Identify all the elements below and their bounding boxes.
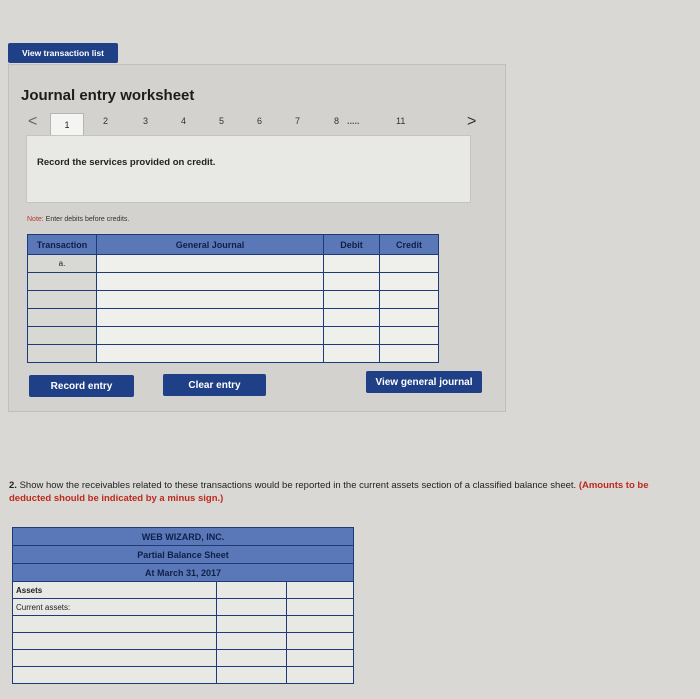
- total-input[interactable]: [285, 649, 355, 667]
- assets-label: Assets: [12, 581, 217, 599]
- credit-input[interactable]: [379, 326, 439, 345]
- note-label: Note:: [27, 216, 44, 223]
- transaction-prompt: Record the services provided on credit.: [37, 157, 216, 168]
- partial-balance-sheet-table: WEB WIZARD, INC. Partial Balance Sheet A…: [11, 527, 355, 684]
- amount-input[interactable]: [216, 666, 287, 684]
- record-entry-button[interactable]: Record entry: [29, 375, 134, 397]
- total-cell: [285, 632, 355, 650]
- account-select-cell[interactable]: [96, 326, 324, 345]
- table-row: Assets: [12, 581, 355, 599]
- account-select-cell[interactable]: [96, 272, 324, 291]
- table-row: [27, 308, 439, 327]
- amount-input[interactable]: [216, 615, 287, 633]
- journal-entry-table: Transaction General Journal Debit Credit…: [27, 234, 439, 363]
- question-2-text: Show how the receivables related to thes…: [16, 480, 577, 491]
- amount-cell: [216, 581, 287, 599]
- credit-input[interactable]: [379, 290, 439, 309]
- amount-input[interactable]: [216, 632, 287, 650]
- transaction-cell: [27, 344, 97, 363]
- transaction-cell: [27, 290, 97, 309]
- table-row: Current assets:: [12, 598, 355, 616]
- account-select-cell[interactable]: [96, 344, 324, 363]
- table-row: [27, 344, 439, 363]
- worksheet-pager: < 1 2 3 4 5 6 7 8 ..... 11 >: [25, 113, 485, 135]
- note-body: Enter debits before credits.: [43, 216, 130, 223]
- page-7-tab[interactable]: 7: [295, 116, 300, 126]
- page-6-tab[interactable]: 6: [257, 116, 262, 126]
- next-arrow-icon[interactable]: >: [467, 113, 476, 131]
- page-3-tab[interactable]: 3: [143, 116, 148, 126]
- total-cell: [285, 598, 355, 616]
- table-row: [12, 615, 355, 633]
- balance-sheet-date: At March 31, 2017: [11, 563, 355, 582]
- total-cell: [285, 615, 355, 633]
- debit-input[interactable]: [323, 326, 380, 345]
- credit-input[interactable]: [379, 344, 439, 363]
- credit-input[interactable]: [379, 308, 439, 327]
- account-select-cell[interactable]: [12, 632, 217, 650]
- balance-sheet-company: WEB WIZARD, INC.: [11, 527, 355, 546]
- transaction-cell: [27, 308, 97, 327]
- header-general-journal: General Journal: [96, 234, 324, 255]
- account-select-cell[interactable]: [96, 290, 324, 309]
- header-debit: Debit: [323, 234, 380, 255]
- transaction-cell: [27, 272, 97, 291]
- page-8-tab[interactable]: 8: [334, 116, 339, 126]
- account-select-cell[interactable]: [12, 649, 217, 667]
- page-1-tab[interactable]: 1: [50, 113, 84, 135]
- balance-sheet-title: Partial Balance Sheet: [11, 545, 355, 564]
- credit-input[interactable]: [379, 272, 439, 291]
- page-4-tab[interactable]: 4: [181, 116, 186, 126]
- table-row: [27, 272, 439, 291]
- table-row: [12, 632, 355, 650]
- amount-input[interactable]: [216, 649, 287, 667]
- table-row: [27, 326, 439, 345]
- header-credit: Credit: [379, 234, 439, 255]
- account-select-cell[interactable]: [96, 254, 324, 273]
- debit-input[interactable]: [323, 254, 380, 273]
- transaction-cell: [27, 326, 97, 345]
- debit-input[interactable]: [323, 290, 380, 309]
- worksheet-title: Journal entry worksheet: [21, 87, 195, 104]
- current-assets-label: Current assets:: [12, 598, 217, 616]
- view-general-journal-button[interactable]: View general journal: [366, 371, 482, 393]
- account-select-cell[interactable]: [12, 615, 217, 633]
- note-text: Note: Enter debits before credits.: [27, 216, 129, 223]
- question-2: 2. Show how the receivables related to t…: [9, 479, 689, 505]
- transaction-prompt-box: Record the services provided on credit.: [26, 135, 471, 203]
- page-11-tab[interactable]: 11: [396, 116, 405, 126]
- table-row: [12, 649, 355, 667]
- account-select-cell[interactable]: [12, 666, 217, 684]
- transaction-cell: a.: [27, 254, 97, 273]
- clear-entry-button[interactable]: Clear entry: [163, 374, 266, 396]
- total-cell: [285, 581, 355, 599]
- table-row: [12, 666, 355, 684]
- debit-input[interactable]: [323, 272, 380, 291]
- table-row: [27, 290, 439, 309]
- question-2-number: 2.: [9, 480, 17, 491]
- view-transaction-list-button[interactable]: View transaction list: [8, 43, 118, 63]
- page-2-tab[interactable]: 2: [103, 116, 108, 126]
- page-5-tab[interactable]: 5: [219, 116, 224, 126]
- table-row: a.: [27, 254, 439, 273]
- prev-arrow-icon[interactable]: <: [28, 113, 37, 131]
- amount-cell: [216, 598, 287, 616]
- credit-input[interactable]: [379, 254, 439, 273]
- pager-ellipsis: .....: [347, 116, 360, 126]
- total-input[interactable]: [285, 666, 355, 684]
- debit-input[interactable]: [323, 344, 380, 363]
- debit-input[interactable]: [323, 308, 380, 327]
- header-transaction: Transaction: [27, 234, 97, 255]
- account-select-cell[interactable]: [96, 308, 324, 327]
